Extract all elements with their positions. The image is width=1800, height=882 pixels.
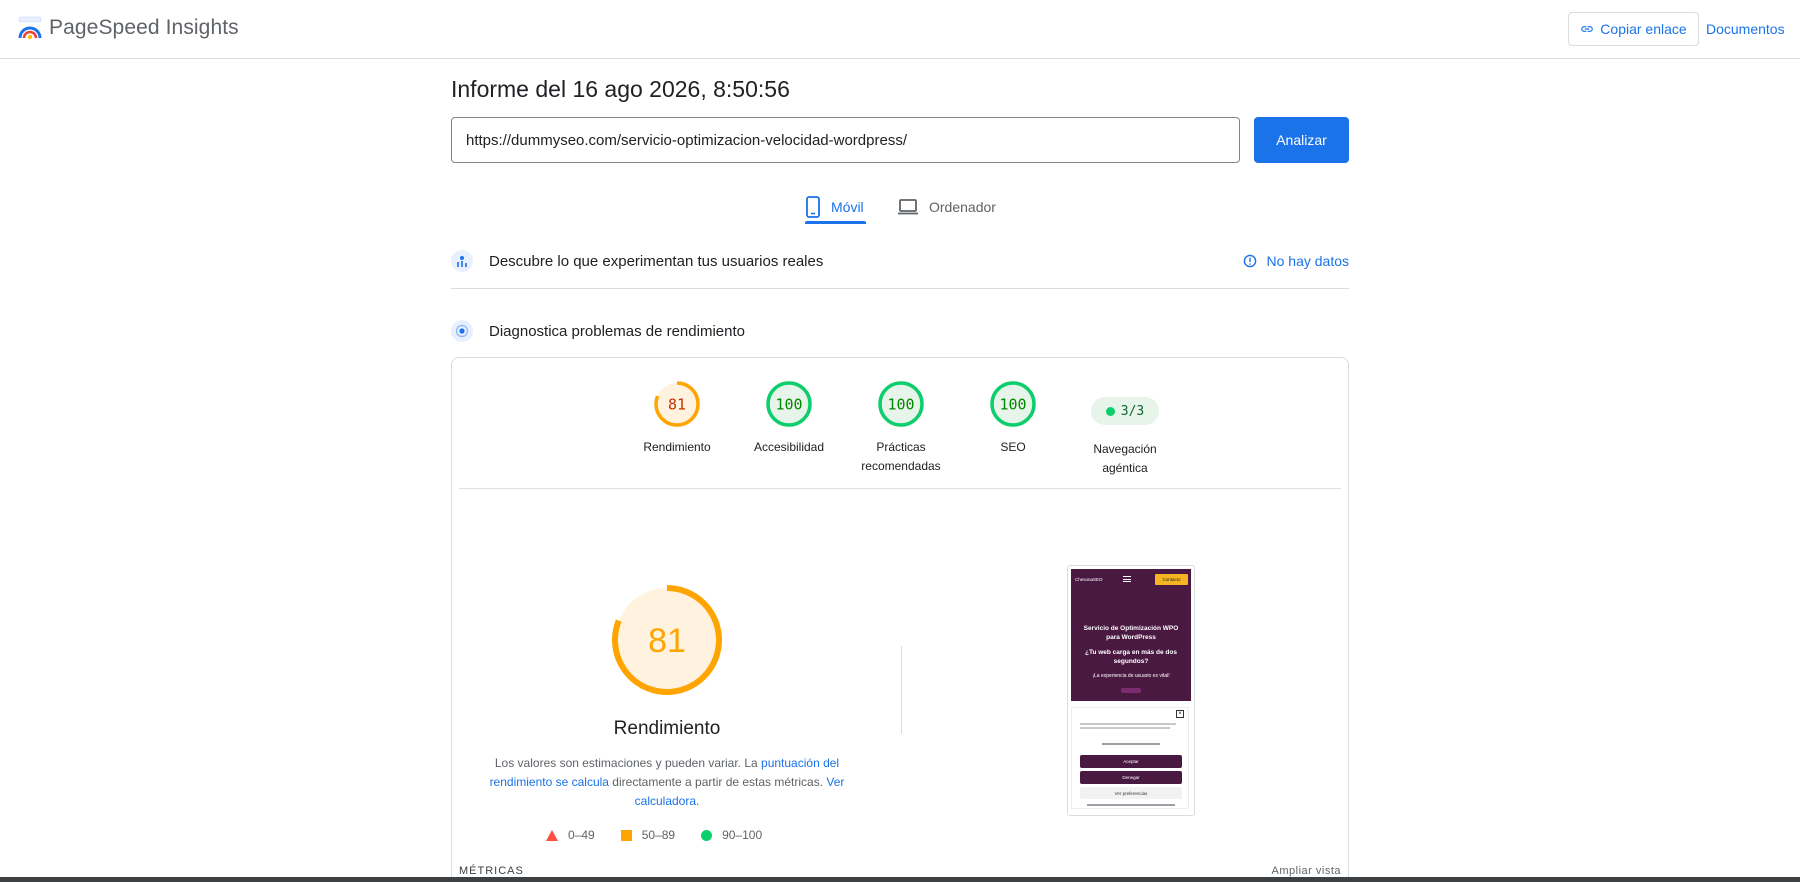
score-ring: 81 <box>654 381 700 427</box>
agentic-pill: 3/3 <box>1091 397 1159 425</box>
copy-link-label: Copiar enlace <box>1600 21 1687 37</box>
lab-data-section: Diagnostica problemas de rendimiento <box>451 319 1349 343</box>
docs-link[interactable]: Documentos <box>1706 21 1785 37</box>
card-divider <box>459 488 1341 489</box>
score-ring: 100 <box>766 381 812 427</box>
triangle-icon <box>546 829 558 841</box>
vertical-divider <box>901 646 902 734</box>
gauge-label: Prácticas recomendadas <box>861 440 941 473</box>
gauge-label: Rendimiento <box>643 440 711 454</box>
score-value: 100 <box>887 396 914 414</box>
thumb-navbar: ChesonaSEO Contacto <box>1071 569 1191 591</box>
metrics-label: MÉTRICAS <box>459 865 524 877</box>
copy-link-button[interactable]: Copiar enlace <box>1568 12 1699 46</box>
tab-desktop-label: Ordenador <box>929 199 996 215</box>
thumb-close-icon: × <box>1176 710 1184 718</box>
page-screenshot[interactable]: ChesonaSEO Contacto Servicio de Optimiza… <box>1067 565 1195 816</box>
field-data-section: Descubre lo que experimentan tus usuario… <box>451 249 1349 273</box>
tab-mobile-label: Móvil <box>831 199 864 215</box>
score-value: 100 <box>999 396 1026 414</box>
circle-icon <box>701 829 713 841</box>
expand-view-toggle[interactable]: Ampliar vista <box>1272 865 1341 877</box>
big-score-value: 81 <box>648 622 686 660</box>
top-bar: PageSpeed Insights Copiar enlace Documen… <box>0 0 1800 59</box>
no-data-link[interactable]: No hay datos <box>1243 253 1350 269</box>
pagespeed-logo-icon <box>18 16 42 40</box>
thumb-deny-button: Denegar <box>1080 771 1182 784</box>
gauge-label: SEO <box>1000 440 1026 454</box>
thumb-footer-links <box>1087 804 1175 806</box>
thumb-accept-button: Aceptar <box>1080 755 1182 768</box>
info-icon <box>1243 254 1256 268</box>
thumb-prefs-button: Ver preferencias <box>1080 787 1182 799</box>
no-data-label: No hay datos <box>1266 253 1350 269</box>
thumb-brand: ChesonaSEO <box>1075 577 1103 582</box>
performance-title: Rendimiento <box>613 718 721 739</box>
legend-pass: 90–100 <box>701 828 762 842</box>
laptop-icon <box>898 199 918 215</box>
thumb-menu-icon-middle <box>1123 578 1131 580</box>
users-chart-icon <box>451 250 473 272</box>
tab-mobile[interactable]: Móvil <box>805 190 864 224</box>
square-icon <box>620 829 632 841</box>
tab-desktop[interactable]: Ordenador <box>897 190 996 224</box>
field-data-title: Descubre lo que experimentan tus usuario… <box>489 252 824 270</box>
gauge-accessibility[interactable]: 100 Accesibilidad <box>734 380 844 457</box>
thumb-text-line <box>1080 727 1170 729</box>
thumb-heading-4: segundos? <box>1113 658 1149 665</box>
thumb-cta-button: Contacto <box>1155 574 1188 585</box>
active-tab-indicator <box>805 221 866 224</box>
report-card: 81 Rendimiento 100 Accesibilidad 100 Prá… <box>451 357 1349 882</box>
score-legend: 0–49 50–89 90–100 <box>546 828 762 842</box>
performance-big-gauge: 81 <box>612 585 722 695</box>
legend-fail: 0–49 <box>546 828 595 842</box>
gauge-performance[interactable]: 81 Rendimiento <box>622 380 732 457</box>
thumb-hero: Servicio de Optimización WPO para WordPr… <box>1071 591 1191 701</box>
thumb-text-line <box>1080 723 1176 725</box>
thumb-heading-3: ¿Tu web carga en más de dos <box>1085 649 1177 656</box>
pass-dot-icon <box>1105 406 1115 416</box>
gauge-best-practices[interactable]: 100 Prácticas recomendadas <box>846 380 956 476</box>
thumb-hero-button <box>1121 688 1141 693</box>
link-icon <box>1581 26 1594 32</box>
gauge-label: Accesibilidad <box>753 440 825 454</box>
thumb-heading-2: para WordPress <box>1106 634 1156 641</box>
thumb-heading-1: Servicio de Optimización WPO <box>1083 625 1179 632</box>
gauge-seo[interactable]: 100 SEO <box>958 380 1068 457</box>
lab-data-title: Diagnostica problemas de rendimiento <box>489 322 745 340</box>
url-input[interactable] <box>451 117 1240 163</box>
diagnostics-icon <box>451 320 473 342</box>
agentic-value: 3/3 <box>1120 403 1145 419</box>
window-bottom-edge <box>0 877 1800 882</box>
thumb-cookie-banner: × Aceptar Denegar Ver preferencias <box>1071 707 1189 809</box>
analyze-button[interactable]: Analizar <box>1254 117 1349 163</box>
thumb-text-line <box>1102 743 1160 745</box>
score-value: 81 <box>668 396 686 414</box>
section-divider <box>451 288 1349 289</box>
legend-average: 50–89 <box>620 828 675 842</box>
report-title: Informe del 16 ago 2026, 8:50:56 <box>451 76 790 102</box>
thumb-subheading: ¡La experiencia de usuario es vital! <box>1092 673 1170 679</box>
app-title[interactable]: PageSpeed Insights <box>49 16 239 40</box>
smartphone-icon <box>806 196 820 218</box>
gauge-agentic-navigation[interactable]: 3/3 Navegación agéntica <box>1070 380 1180 478</box>
score-description: Los valores son estimaciones y pueden va… <box>489 756 845 808</box>
score-ring: 100 <box>878 381 924 427</box>
metrics-header: MÉTRICAS Ampliar vista <box>459 865 1341 877</box>
score-ring: 100 <box>990 381 1036 427</box>
gauge-label: Navegación agéntica <box>1093 442 1157 475</box>
score-value: 100 <box>775 396 802 414</box>
